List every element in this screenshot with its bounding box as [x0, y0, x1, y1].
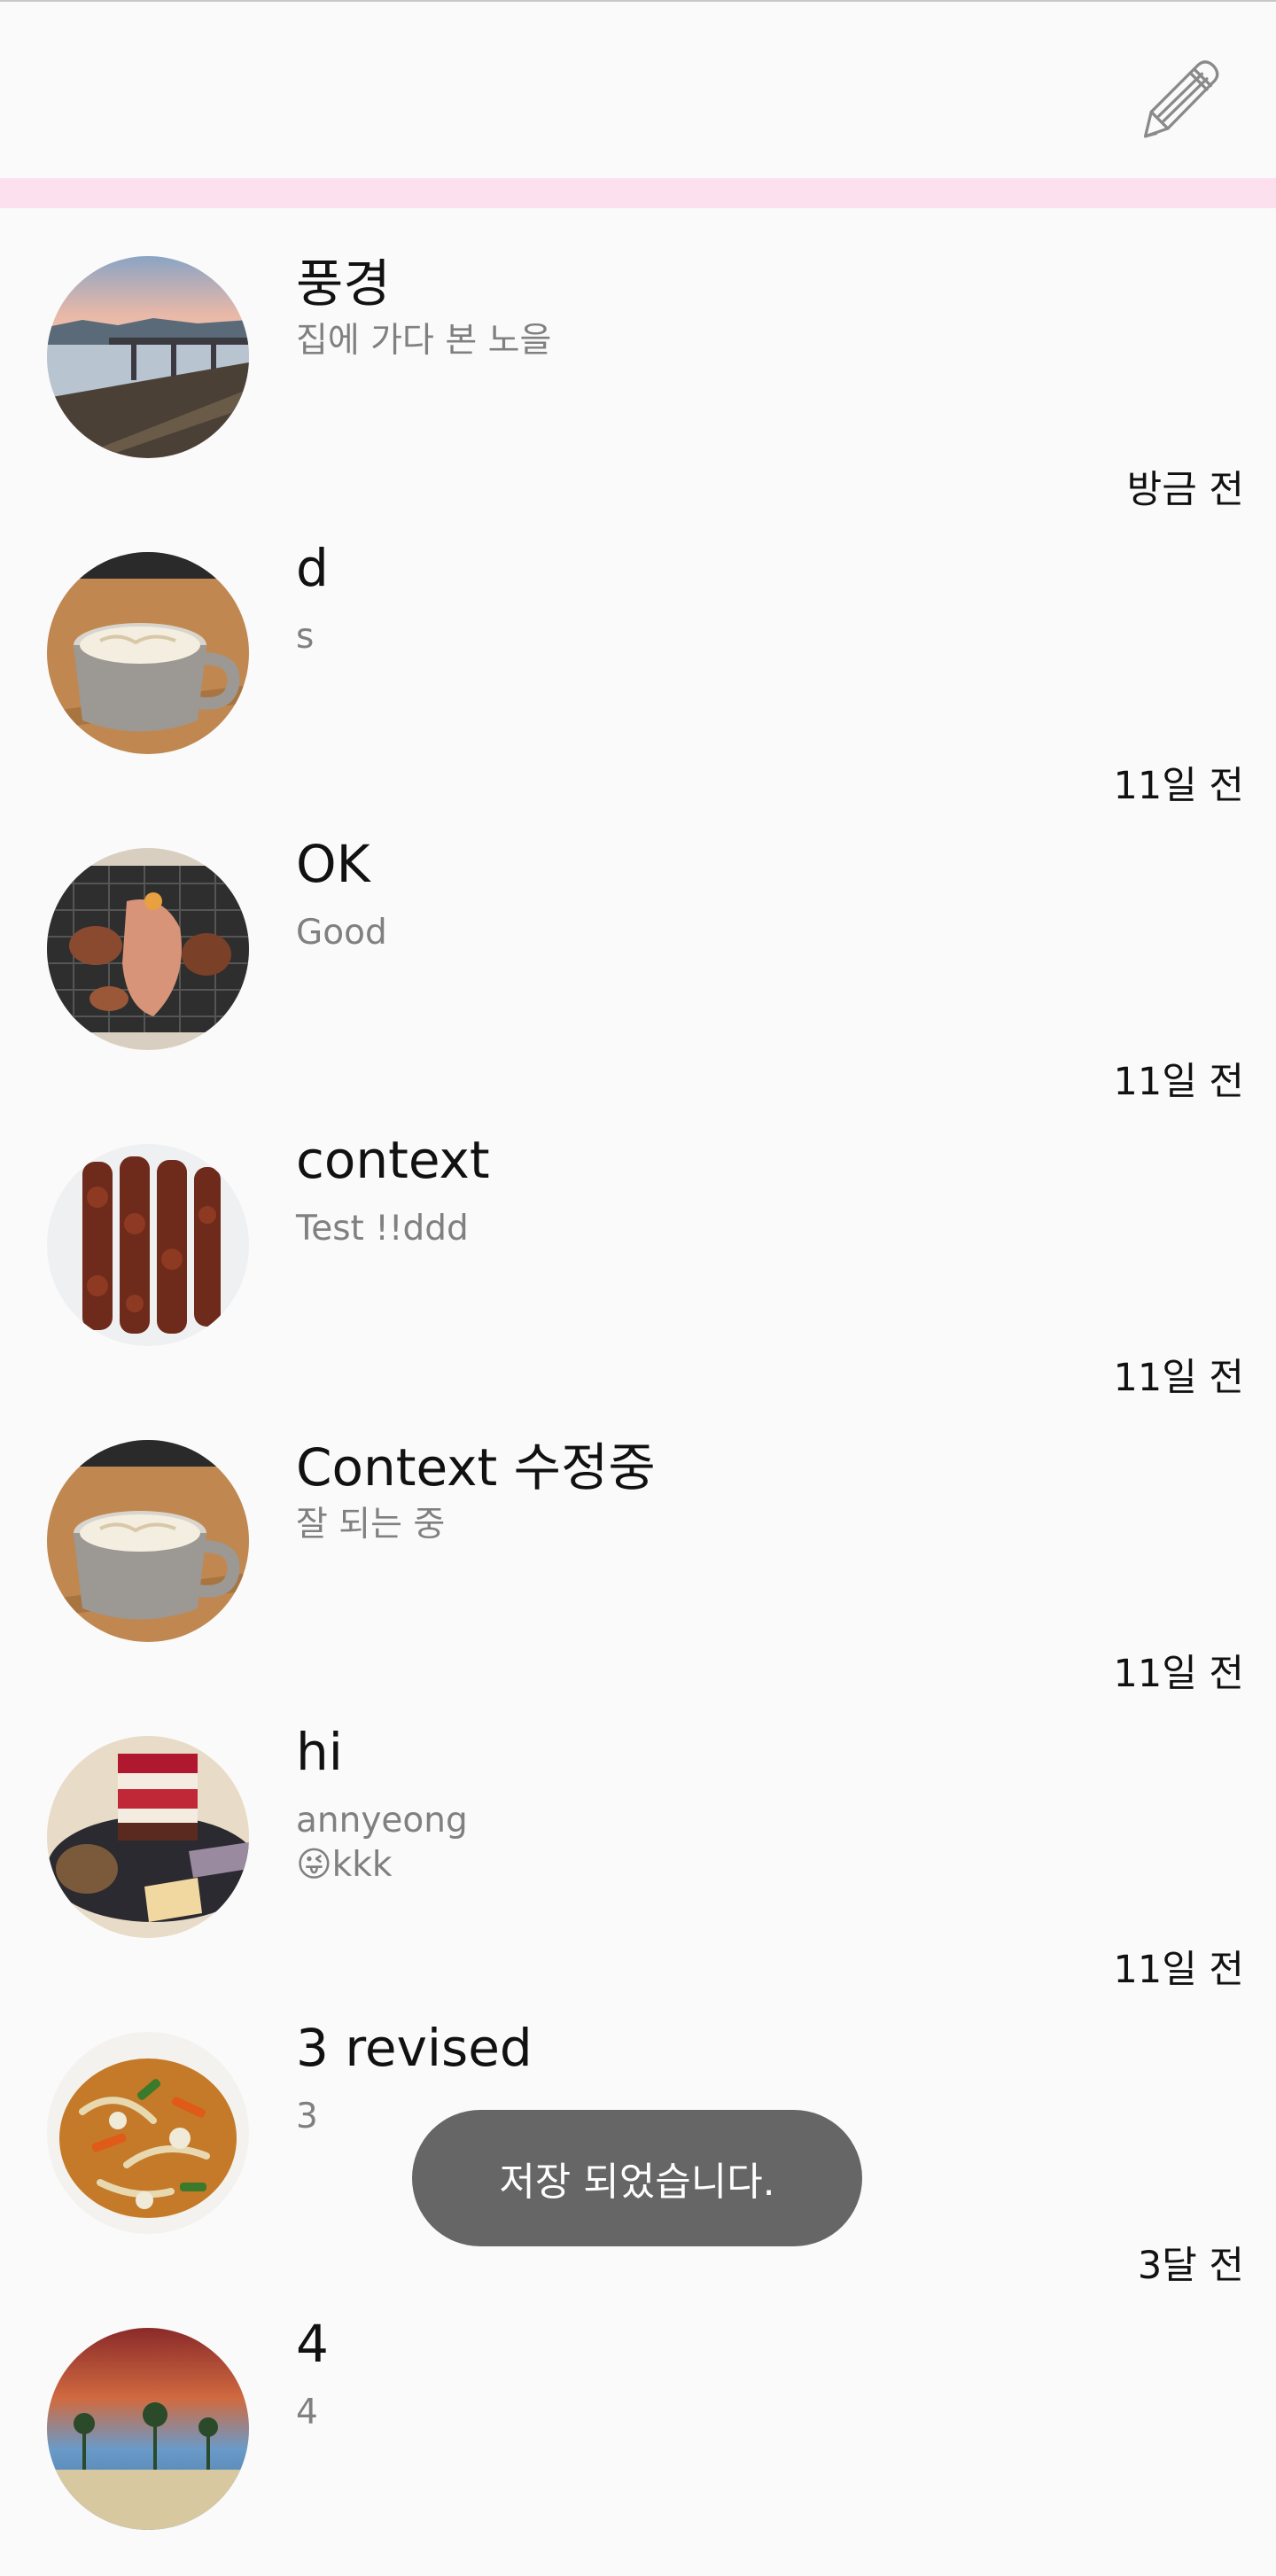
post-thumbnail [47, 1144, 249, 1346]
post-item[interactable]: 4 4 [0, 2280, 1276, 2576]
post-thumbnail [47, 848, 249, 1050]
skewers-photo [47, 1144, 249, 1346]
post-thumbnail [47, 2032, 249, 2234]
post-item[interactable]: 풍경 집에 가다 본 노을 방금 전 [0, 208, 1276, 512]
toast-message: 저장 되었습니다. [412, 2110, 862, 2246]
pencil-icon [1143, 60, 1219, 138]
post-thumbnail [47, 2328, 249, 2530]
post-title: 4 [296, 2314, 329, 2374]
post-content: 잘 되는 중 [296, 1505, 446, 1545]
post-title: OK [296, 834, 370, 894]
stir-fry-dish-photo [47, 2032, 249, 2234]
cake-dessert-photo [47, 1736, 249, 1938]
post-item[interactable]: hi annyeong 😜kkk 11일 전 [0, 1688, 1276, 1992]
post-title: 풍경 [296, 253, 391, 314]
coffee-cup-photo [47, 1440, 249, 1642]
post-item[interactable]: d s 11일 전 [0, 504, 1276, 808]
post-title: Context 수정중 [296, 1437, 656, 1498]
post-content: annyeong 😜kkk [296, 1801, 468, 1885]
sunset-bridge-photo [47, 256, 249, 458]
write-post-button[interactable] [1125, 46, 1232, 152]
post-content: 4 [296, 2393, 318, 2432]
post-content: s [296, 617, 315, 657]
post-thumbnail [47, 1440, 249, 1642]
post-title: d [296, 538, 329, 598]
post-thumbnail [47, 256, 249, 458]
coffee-cup-photo [47, 552, 249, 754]
grilled-meat-photo [47, 848, 249, 1050]
accent-bar [0, 178, 1276, 208]
app-header [0, 2, 1276, 178]
post-content: Test !!ddd [296, 1209, 469, 1249]
post-item[interactable]: Context 수정중 잘 되는 중 11일 전 [0, 1392, 1276, 1696]
post-content: 집에 가다 본 노을 [296, 321, 552, 361]
beach-resort-photo [47, 2328, 249, 2530]
post-content: Good [296, 913, 387, 953]
post-item[interactable]: context Test !!ddd 11일 전 [0, 1096, 1276, 1400]
post-thumbnail [47, 552, 249, 754]
post-thumbnail [47, 1736, 249, 1938]
post-title: context [296, 1130, 490, 1190]
post-title: 3 revised [296, 2018, 533, 2078]
post-title: hi [296, 1722, 343, 1782]
post-item[interactable]: OK Good 11일 전 [0, 800, 1276, 1104]
